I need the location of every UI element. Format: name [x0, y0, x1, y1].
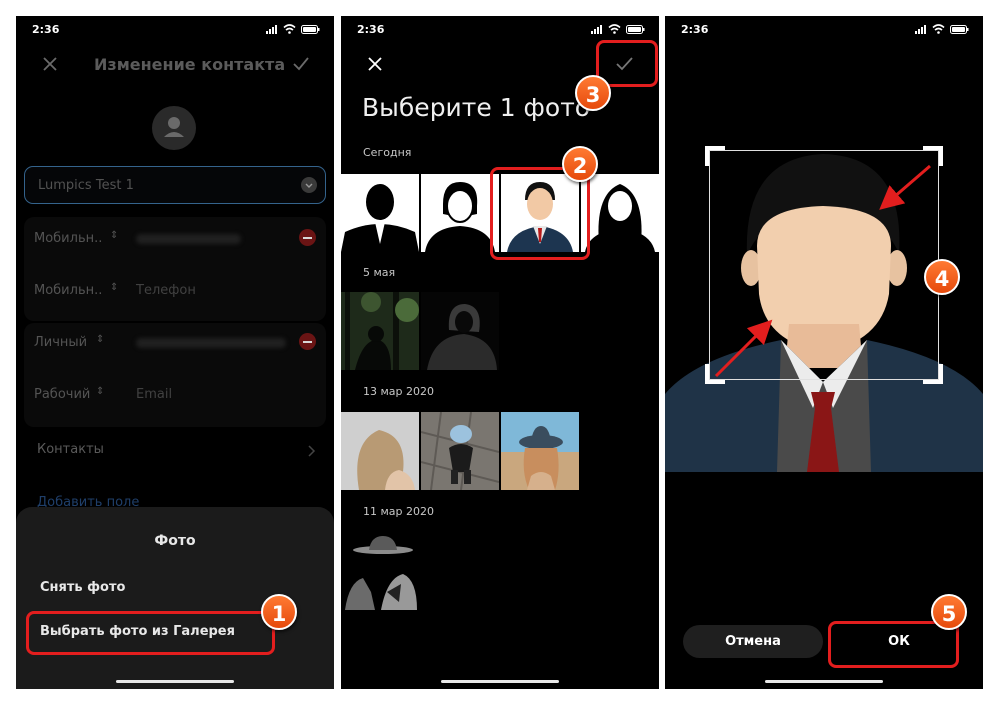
email-type-label-1[interactable]: Личный [34, 335, 87, 350]
photo-thumbnail[interactable] [341, 530, 419, 560]
battery-icon [950, 24, 969, 34]
phone-screen-edit-contact: 2:36 Изменение контакта Lumpics Test 1 М… [16, 16, 334, 689]
phone-type-label-1[interactable]: Мобильн.. [34, 231, 102, 246]
take-photo-option[interactable]: Снять фото [40, 580, 125, 595]
step-badge-3: 3 [575, 75, 611, 111]
resize-arrows [714, 164, 931, 378]
wifi-icon [932, 24, 945, 34]
section-mar11: 11 мар 2020 [363, 505, 435, 518]
home-indicator [441, 680, 559, 683]
photo-thumbnail[interactable] [341, 412, 419, 490]
signal-icon [915, 24, 926, 34]
photo-thumbnail[interactable] [341, 572, 419, 610]
close-icon[interactable] [367, 56, 383, 72]
status-bar: 2:36 [665, 16, 983, 42]
section-may5: 5 мая [363, 266, 396, 279]
signal-icon [266, 24, 277, 34]
check-icon[interactable] [292, 56, 310, 72]
close-icon[interactable] [42, 56, 58, 72]
photo-thumbnail[interactable] [501, 412, 579, 490]
battery-icon [301, 24, 320, 34]
page-title: Выберите 1 фото [362, 93, 591, 122]
photo-thumbnail[interactable] [421, 174, 499, 252]
wifi-icon [283, 24, 296, 34]
highlight-gallery-option [26, 611, 275, 655]
chevron-updown-icon: ⇕ [110, 230, 119, 241]
cancel-button[interactable]: Отмена [683, 625, 823, 658]
step-badge-5: 5 [931, 594, 967, 630]
wifi-icon [608, 24, 621, 34]
phone-type-label-2[interactable]: Мобильн.. [34, 283, 102, 298]
avatar[interactable] [152, 106, 196, 150]
home-indicator [765, 680, 883, 683]
step-badge-2: 2 [562, 146, 598, 182]
blurred-email-value [136, 338, 286, 348]
sheet-title: Фото [154, 533, 196, 549]
phone-input[interactable]: Телефон [136, 283, 196, 298]
section-today: Сегодня [363, 146, 412, 159]
remove-icon[interactable] [299, 229, 316, 246]
status-bar: 2:36 [341, 16, 659, 42]
email-type-label-2[interactable]: Рабочий [34, 387, 90, 402]
step-badge-1: 1 [261, 594, 297, 630]
name-field[interactable]: Lumpics Test 1 [24, 166, 326, 204]
status-time: 2:36 [681, 23, 709, 36]
battery-icon [626, 24, 645, 34]
page-title: Изменение контакта [94, 55, 286, 74]
email-fields-card: Личный ⇕ Рабочий ⇕ Email [24, 323, 326, 427]
home-indicator [116, 680, 234, 683]
highlight-ok-button [828, 621, 959, 668]
avatar-icon [164, 117, 184, 137]
chevron-updown-icon: ⇕ [110, 282, 119, 293]
photo-thumbnail[interactable] [421, 412, 499, 490]
chevron-down-icon[interactable] [301, 177, 317, 193]
section-mar13: 13 мар 2020 [363, 385, 435, 398]
photo-thumbnail[interactable] [581, 174, 659, 252]
photo-thumbnail[interactable] [421, 292, 499, 370]
email-input[interactable]: Email [136, 387, 172, 402]
blurred-phone-value [136, 234, 241, 244]
contacts-row-label[interactable]: Контакты [37, 442, 104, 457]
status-time: 2:36 [32, 23, 60, 36]
chevron-updown-icon: ⇕ [96, 334, 105, 345]
phone-screen-gallery-picker: 2:36 Выберите 1 фото Сегодня 5 мая 13 ма… [341, 16, 659, 689]
phone-fields-card: Мобильн.. ⇕ Мобильн.. ⇕ Телефон [24, 217, 326, 321]
photo-thumbnail[interactable] [341, 292, 419, 370]
photo-thumbnail[interactable] [341, 174, 419, 252]
name-field-value: Lumpics Test 1 [38, 178, 134, 193]
signal-icon [591, 24, 602, 34]
status-bar: 2:36 [16, 16, 334, 42]
step-badge-4: 4 [924, 259, 960, 295]
chevron-updown-icon: ⇕ [96, 386, 105, 397]
status-time: 2:36 [357, 23, 385, 36]
chevron-right-icon [308, 445, 316, 457]
remove-icon[interactable] [299, 333, 316, 350]
